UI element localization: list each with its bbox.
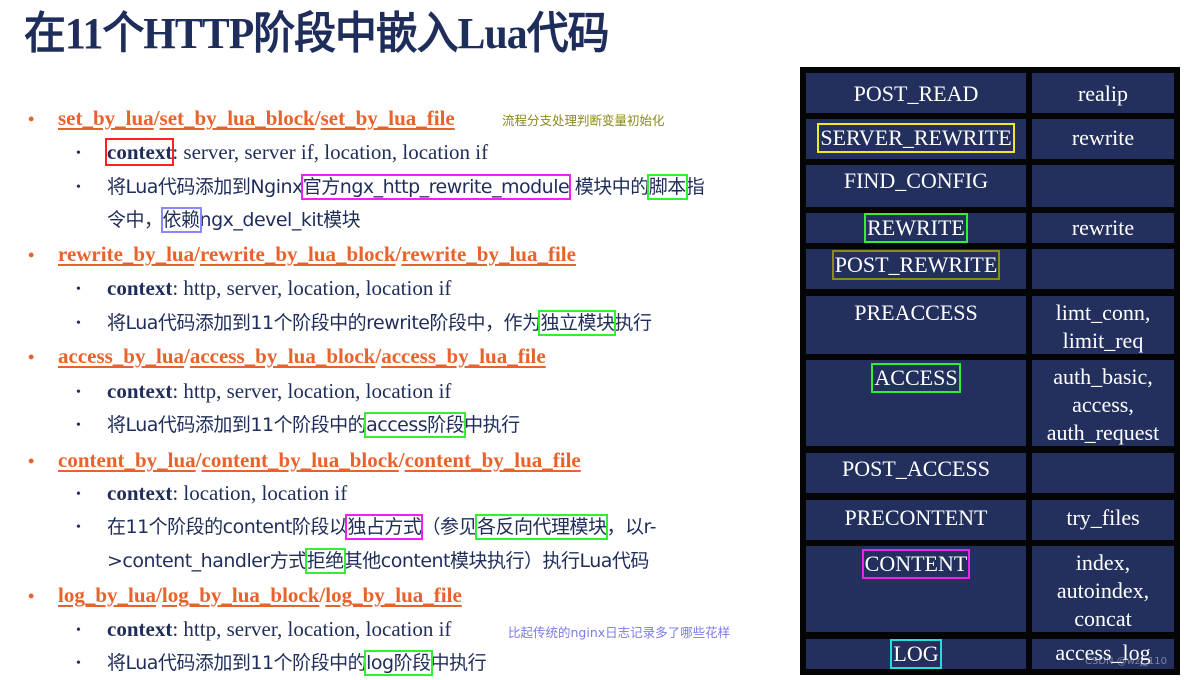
context-label: context bbox=[107, 481, 173, 505]
context-line: • context: http, server, location, locati… bbox=[76, 615, 451, 645]
phase-cell: POST_ACCESS bbox=[806, 453, 1026, 493]
phase-cell: POST_REWRITE bbox=[806, 249, 1026, 289]
bullet-icon: • bbox=[76, 282, 81, 297]
bullet-icon: • bbox=[76, 316, 81, 331]
bullet-icon: • bbox=[28, 347, 35, 367]
highlight-box: 脚本 bbox=[646, 174, 688, 200]
highlight-box: 独占方式 bbox=[345, 514, 424, 540]
context-label: context bbox=[107, 379, 173, 403]
context-label: context bbox=[104, 138, 175, 166]
context-label: context bbox=[107, 617, 173, 641]
bullet-icon: • bbox=[76, 656, 81, 671]
phase-cell: REWRITE bbox=[806, 213, 1026, 243]
phase-cell: LOG bbox=[806, 639, 1026, 669]
phases-table: POST_READ realip SERVER_REWRITE rewrite … bbox=[800, 67, 1180, 675]
directive-list: • set_by_lua/set_by_lua_block/set_by_lua_… bbox=[0, 0, 790, 680]
bullet-icon: • bbox=[28, 586, 35, 606]
description-line: • 在11个阶段的content阶段以独占方式（参见各反向代理模块，以r- bbox=[76, 512, 656, 542]
description-continuation: >content_handler方式拒绝其他content模块执行）执行Lua代… bbox=[107, 548, 649, 574]
bullet-icon: • bbox=[76, 418, 81, 433]
directive-link[interactable]: rewrite_by_lua bbox=[58, 242, 194, 266]
highlight-box: access阶段 bbox=[364, 412, 467, 438]
directive-link[interactable]: access_by_lua_block bbox=[190, 344, 376, 368]
module-cell bbox=[1032, 249, 1174, 289]
bullet-icon: • bbox=[28, 109, 35, 129]
description-continuation: 令中，依赖ngx_devel_kit模块 bbox=[107, 207, 361, 233]
bullet-icon: • bbox=[76, 146, 81, 161]
annotation-note: 比起传统的nginx日志记录多了哪些花样 bbox=[508, 625, 731, 640]
directive-link[interactable]: rewrite_by_lua_file bbox=[401, 242, 576, 266]
directive-heading-set: • set_by_lua/set_by_lua_block/set_by_lua_… bbox=[28, 104, 455, 133]
bullet-icon: • bbox=[76, 180, 81, 195]
directive-heading-access: • access_by_lua/access_by_lua_block/acces… bbox=[28, 342, 546, 371]
directive-heading-rewrite: • rewrite_by_lua/rewrite_by_lua_block/rew… bbox=[28, 240, 576, 269]
module-cell: rewrite bbox=[1032, 119, 1174, 159]
highlight-box: 官方ngx_http_rewrite_module bbox=[300, 174, 572, 200]
phase-cell: SERVER_REWRITE bbox=[806, 119, 1026, 159]
description-line: • 将Lua代码添加到11个阶段中的access阶段中执行 bbox=[76, 410, 520, 440]
bullet-icon: • bbox=[76, 520, 81, 535]
directive-link[interactable]: log_by_lua_block bbox=[162, 583, 320, 607]
highlight-box: 拒绝 bbox=[304, 548, 346, 574]
description-line: • 将Lua代码添加到Nginx官方ngx_http_rewrite_module… bbox=[76, 172, 705, 202]
phase-cell: POST_READ bbox=[806, 73, 1026, 113]
context-line: • context: http, server, location, locati… bbox=[76, 274, 451, 304]
module-cell bbox=[1032, 165, 1174, 207]
directive-link[interactable]: content_by_lua_file bbox=[405, 448, 581, 472]
module-cell: auth_basic, access, auth_request bbox=[1032, 360, 1174, 446]
phase-cell: ACCESS bbox=[806, 360, 1026, 446]
directive-link[interactable]: log_by_lua bbox=[58, 583, 156, 607]
directive-link[interactable]: set_by_lua_file bbox=[321, 106, 455, 130]
directive-link[interactable]: log_by_lua_file bbox=[325, 583, 462, 607]
bullet-icon: • bbox=[76, 385, 81, 400]
directive-heading-log: • log_by_lua/log_by_lua_block/log_by_lua_… bbox=[28, 581, 462, 610]
context-value: : http, server, location, location if bbox=[172, 617, 452, 641]
context-value: : location, location if bbox=[172, 481, 348, 505]
directive-link[interactable]: content_by_lua bbox=[58, 448, 196, 472]
bullet-icon: • bbox=[76, 623, 81, 638]
directive-link[interactable]: access_by_lua bbox=[58, 344, 184, 368]
bullet-icon: • bbox=[28, 451, 35, 471]
directive-heading-content: • content_by_lua/content_by_lua_block/con… bbox=[28, 446, 581, 475]
module-cell: try_files bbox=[1032, 500, 1174, 540]
directive-link[interactable]: set_by_lua bbox=[58, 106, 154, 130]
highlight-box: 独立模块 bbox=[538, 310, 617, 336]
description-line: • 将Lua代码添加到11个阶段中的rewrite阶段中，作为独立模块执行 bbox=[76, 308, 652, 338]
context-value: : http, server, location, location if bbox=[172, 379, 452, 403]
phase-cell: PRECONTENT bbox=[806, 500, 1026, 540]
module-cell bbox=[1032, 453, 1174, 493]
module-cell: limt_conn, limit_req bbox=[1032, 296, 1174, 354]
directive-link[interactable]: content_by_lua_block bbox=[202, 448, 399, 472]
phase-cell: FIND_CONFIG bbox=[806, 165, 1026, 207]
context-value: : http, server, location, location if bbox=[172, 276, 452, 300]
bullet-icon: • bbox=[76, 487, 81, 502]
directive-link[interactable]: set_by_lua_block bbox=[160, 106, 315, 130]
module-cell: rewrite bbox=[1032, 213, 1174, 243]
highlight-box: log阶段 bbox=[364, 650, 433, 676]
context-line: • context: server, server if, location, l… bbox=[76, 138, 488, 168]
annotation-note: 流程分支处理判断变量初始化 bbox=[502, 113, 665, 128]
directive-link[interactable]: access_by_lua_file bbox=[381, 344, 545, 368]
context-line: • context: location, location if bbox=[76, 479, 347, 509]
bullet-icon: • bbox=[28, 245, 35, 265]
description-line: • 将Lua代码添加到11个阶段中的log阶段中执行 bbox=[76, 648, 487, 678]
highlight-box: 依赖 bbox=[160, 207, 202, 233]
context-line: • context: http, server, location, locati… bbox=[76, 377, 451, 407]
directive-link[interactable]: rewrite_by_lua_block bbox=[200, 242, 396, 266]
context-value: : server, server if, location, location … bbox=[172, 140, 489, 164]
phase-cell: PREACCESS bbox=[806, 296, 1026, 354]
highlight-box: 各反向代理模块 bbox=[474, 514, 609, 540]
module-cell: index, autoindex, concat bbox=[1032, 546, 1174, 632]
context-label: context bbox=[107, 276, 173, 300]
module-cell: realip bbox=[1032, 73, 1174, 113]
watermark: CSDN @wzj_110 bbox=[1085, 656, 1167, 667]
phase-cell: CONTENT bbox=[806, 546, 1026, 632]
